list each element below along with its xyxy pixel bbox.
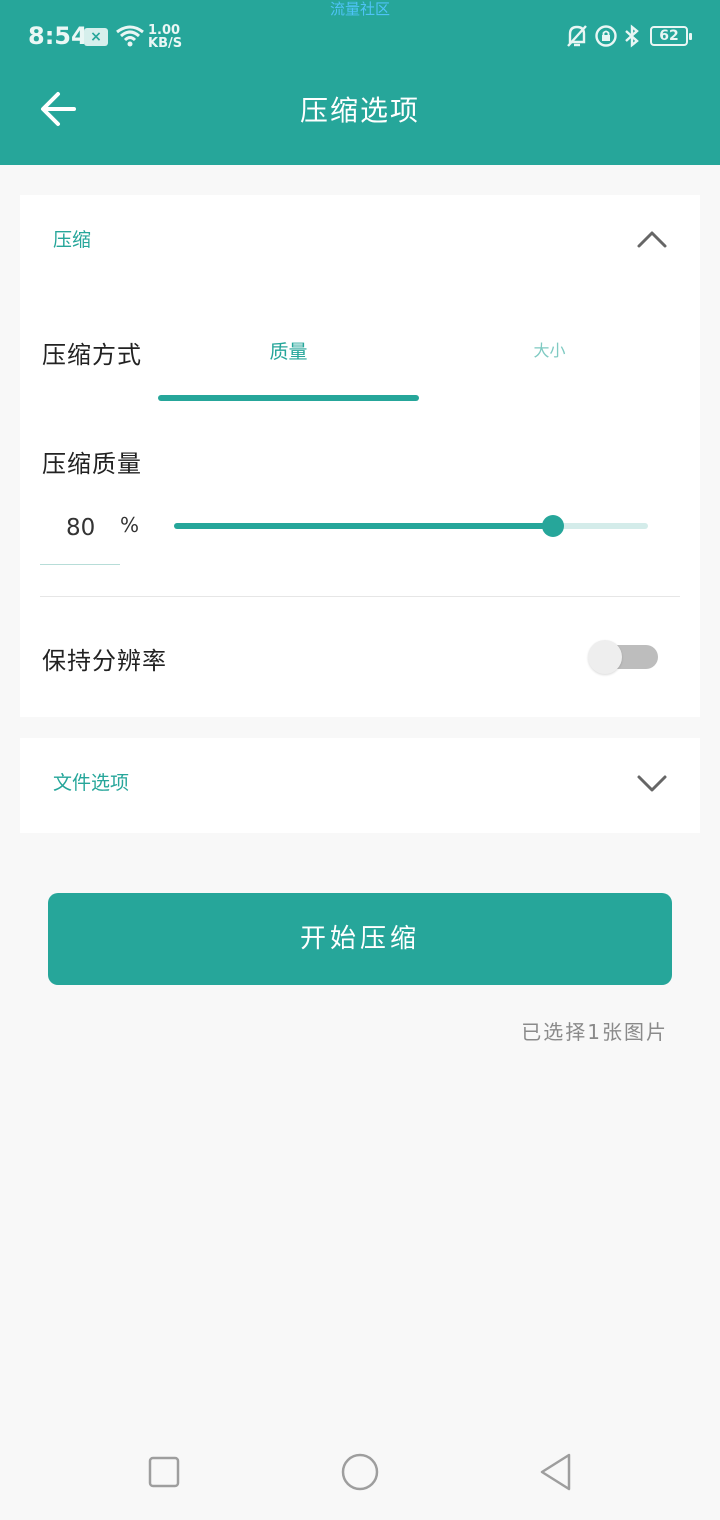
recent-apps-square-icon[interactable] (144, 1452, 184, 1492)
toggle-knob (588, 640, 622, 674)
back-triangle-icon[interactable] (536, 1452, 576, 1492)
quality-percent-input[interactable]: 80 (40, 503, 120, 565)
compress-method-label: 压缩方式 (42, 341, 142, 369)
file-options-card: 文件选项 (20, 738, 700, 833)
wifi-icon (116, 25, 144, 47)
quality-percent-value: 80 (66, 515, 96, 541)
compress-section-title: 压缩 (53, 229, 92, 251)
selected-images-info: 已选择1张图片 (521, 1020, 668, 1044)
slider-thumb[interactable] (542, 515, 565, 537)
speed-unit: KB/S (148, 36, 183, 51)
compress-section-header[interactable]: 压缩 (20, 195, 700, 285)
chevron-down-icon (637, 775, 667, 792)
bluetooth-icon (625, 24, 639, 48)
tab-size-label: 大小 (533, 341, 566, 360)
tab-selected-indicator (158, 395, 419, 401)
top-bar: 流量社区 8:54 × 1.00 KB/S 62 压缩选项 (0, 0, 720, 165)
compress-quality-label: 压缩质量 (42, 450, 142, 478)
tab-quality-label: 质量 (269, 341, 308, 363)
bell-off-icon (567, 25, 587, 47)
status-time: 8:54 (28, 22, 88, 50)
chevron-up-icon (637, 231, 667, 248)
percent-sign: % (120, 513, 140, 537)
divider (40, 596, 680, 597)
start-compress-button[interactable]: 开始压缩 (48, 893, 672, 985)
battery-icon: 62 (650, 26, 692, 46)
keep-resolution-toggle[interactable] (588, 640, 660, 674)
carrier-label: 流量社区 (329, 0, 390, 18)
home-circle-icon[interactable] (340, 1452, 380, 1492)
tab-quality[interactable]: 质量 (158, 327, 419, 405)
compress-method-tabs: 质量 大小 (158, 327, 678, 405)
file-options-section-header[interactable]: 文件选项 (20, 738, 700, 828)
keep-resolution-label: 保持分辨率 (42, 647, 167, 675)
notification-badge-icon: × (84, 28, 108, 46)
compress-card: 压缩 压缩方式 质量 大小 压缩质量 80 % 保持分辨率 (20, 195, 700, 717)
file-options-title: 文件选项 (53, 772, 130, 794)
orientation-lock-icon (595, 25, 617, 47)
screen: 流量社区 8:54 × 1.00 KB/S 62 压缩选项 压缩 压缩方式 质量… (0, 0, 720, 1520)
quality-slider[interactable] (174, 513, 648, 539)
slider-fill (174, 523, 554, 529)
tab-size[interactable]: 大小 (419, 327, 680, 405)
page-title: 压缩选项 (299, 94, 420, 127)
network-speed: 1.00 KB/S (148, 24, 182, 50)
status-bar: 流量社区 8:54 × 1.00 KB/S 62 (0, 0, 720, 72)
system-nav-bar (0, 1420, 720, 1520)
